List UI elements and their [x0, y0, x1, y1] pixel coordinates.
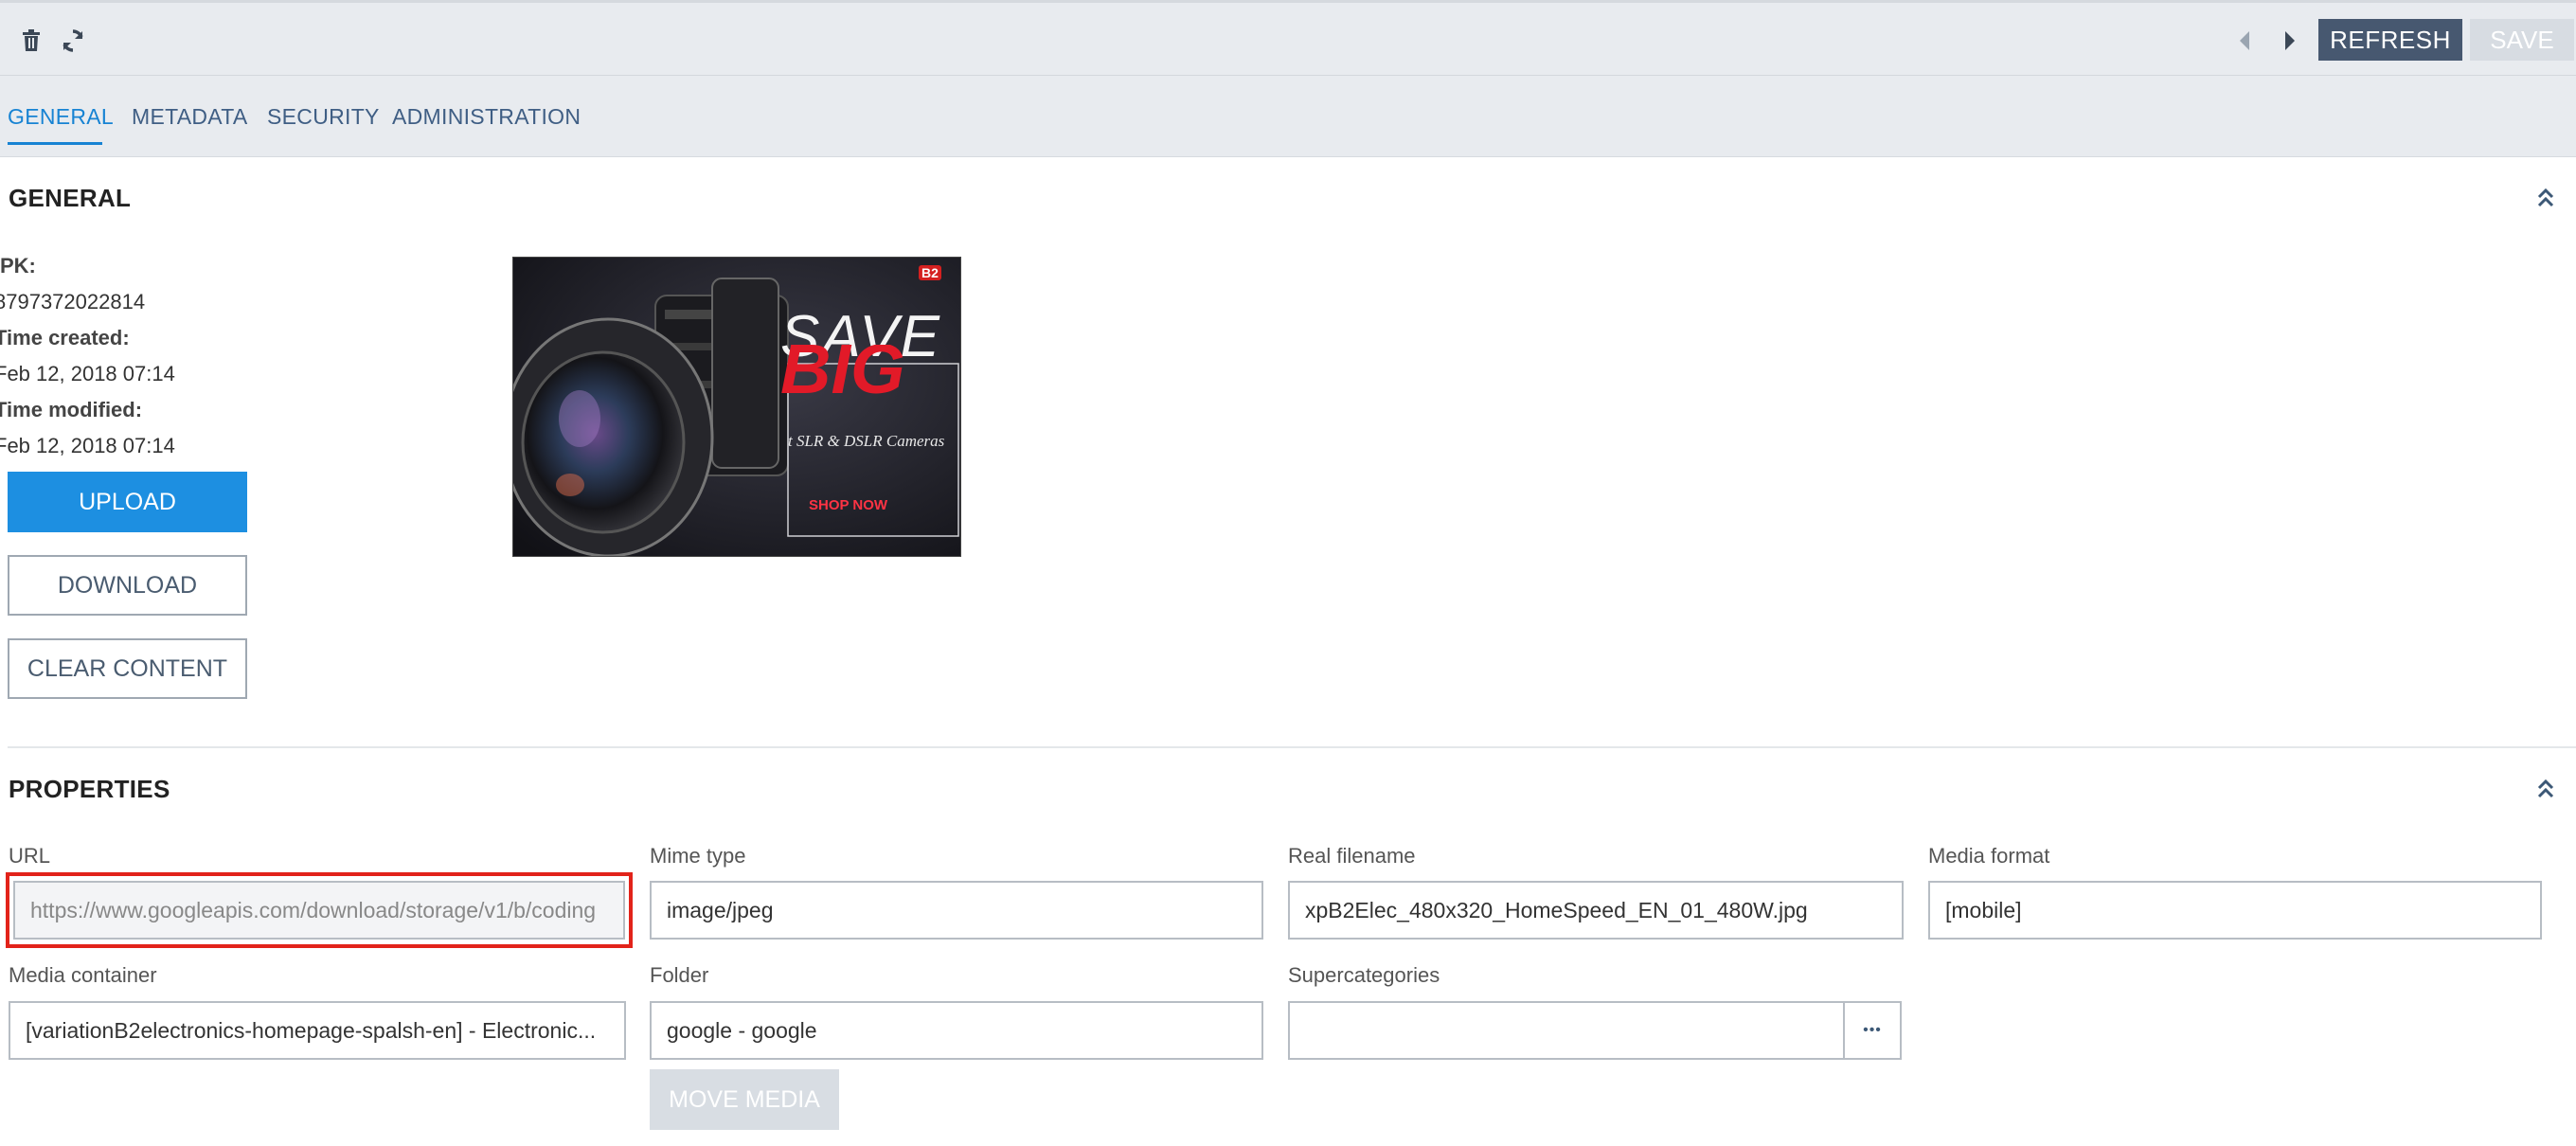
general-section-title: GENERAL — [9, 184, 132, 212]
preview-headline-big: BIG — [780, 345, 905, 394]
supercategories-label: Supercategories — [1288, 963, 1440, 987]
toolbar — [0, 0, 2576, 76]
mime-type-field[interactable]: image/jpeg — [650, 881, 1263, 940]
media-container-label: Media container — [9, 963, 157, 987]
real-filename-field[interactable]: xpB2Elec_480x320_HomeSpeed_EN_01_480W.jp… — [1288, 881, 1904, 940]
section-divider — [8, 746, 2576, 748]
move-media-button[interactable]: MOVE MEDIA — [650, 1069, 839, 1130]
preview-subline: t SLR & DSLR Cameras — [788, 432, 945, 450]
sync-icon[interactable] — [57, 25, 89, 57]
pk-value: 8797372022814 — [0, 290, 146, 313]
caret-right-icon[interactable] — [2279, 27, 2301, 55]
upload-button[interactable]: UPLOAD — [8, 472, 247, 532]
media-container-field[interactable]: [variationB2electronics-homepage-spalsh-… — [9, 1001, 626, 1060]
preview-cta: SHOP NOW — [809, 497, 888, 513]
pk-label: PK: — [0, 254, 36, 278]
preview-badge: B2 — [919, 265, 941, 280]
caret-left-icon[interactable] — [2233, 27, 2256, 55]
time-modified-value: Feb 12, 2018 07:14 — [0, 434, 175, 457]
media-format-label: Media format — [1928, 844, 2050, 868]
trash-icon[interactable] — [17, 27, 45, 55]
url-label: URL — [9, 844, 51, 868]
clear-content-button[interactable]: CLEAR CONTENT — [8, 638, 247, 699]
supercategories-more-button[interactable]: ••• — [1843, 1001, 1902, 1060]
active-tab-indicator — [8, 142, 102, 145]
tab-bar — [0, 76, 2576, 157]
folder-label: Folder — [650, 963, 709, 987]
supercategories-field[interactable] — [1288, 1001, 1845, 1060]
time-created-label: Time created: — [0, 326, 130, 349]
real-filename-label: Real filename — [1288, 844, 1416, 868]
download-button[interactable]: DOWNLOAD — [8, 555, 247, 616]
url-field[interactable]: https://www.googleapis.com/download/stor… — [13, 881, 625, 940]
tab-general[interactable]: GENERAL — [8, 104, 114, 130]
media-preview-image: B2 SAVE BIG t SLR & DSLR Cameras SHOP NO… — [512, 257, 961, 557]
refresh-button[interactable]: REFRESH — [2318, 19, 2462, 61]
tab-security[interactable]: SECURITY — [267, 104, 380, 130]
save-button[interactable]: SAVE — [2470, 19, 2574, 61]
folder-field[interactable]: google - google — [650, 1001, 1263, 1060]
collapse-properties-icon[interactable] — [2536, 779, 2561, 803]
time-modified-label: Time modified: — [0, 398, 143, 421]
properties-section-title: PROPERTIES — [9, 775, 170, 803]
collapse-general-icon[interactable] — [2536, 188, 2561, 212]
media-format-field[interactable]: [mobile] — [1928, 881, 2542, 940]
time-created-value: Feb 12, 2018 07:14 — [0, 362, 175, 385]
mime-type-label: Mime type — [650, 844, 746, 868]
tab-administration[interactable]: ADMINISTRATION — [392, 104, 581, 130]
tab-metadata[interactable]: METADATA — [132, 104, 248, 130]
